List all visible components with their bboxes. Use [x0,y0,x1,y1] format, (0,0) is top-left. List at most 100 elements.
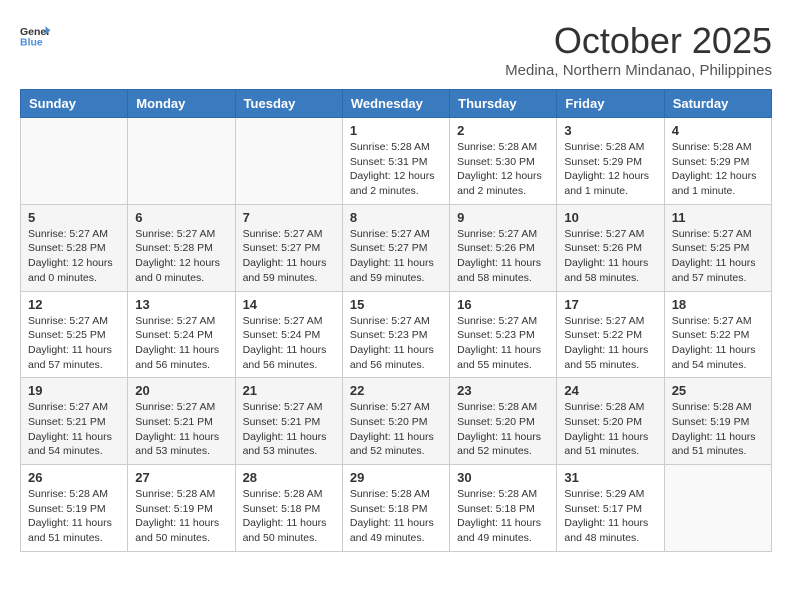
calendar-cell: 23 Sunrise: 5:28 AM Sunset: 5:20 PM Dayli… [450,378,557,465]
calendar-cell: 10Sunrise: 5:27 AM Sunset: 5:26 PM Dayli… [557,204,664,291]
calendar-cell: 13 Sunrise: 5:27 AM Sunset: 5:24 PM Dayli… [128,291,235,378]
day-content: Sunrise: 5:27 AM Sunset: 5:22 PM Dayligh… [564,314,656,373]
day-number: 25 [672,383,764,398]
day-content: Sunrise: 5:28 AM Sunset: 5:29 PM Dayligh… [672,140,764,199]
title-block: October 2025 Medina, Northern Mindanao, … [505,20,772,79]
day-number: 5 [28,210,120,225]
calendar-cell: 16 Sunrise: 5:27 AM Sunset: 5:23 PM Dayli… [450,291,557,378]
day-content: Sunrise: 5:28 AM Sunset: 5:19 PM Dayligh… [135,487,227,546]
day-content: Sunrise: 5:28 AM Sunset: 5:18 PM Dayligh… [457,487,549,546]
calendar-cell: 30 Sunrise: 5:28 AM Sunset: 5:18 PM Dayli… [450,465,557,552]
day-number: 21 [243,383,335,398]
svg-text:Blue: Blue [20,37,43,49]
day-number: 1 [350,123,442,138]
day-number: 12 [28,297,120,312]
calendar-cell: 15 Sunrise: 5:27 AM Sunset: 5:23 PM Dayli… [342,291,449,378]
day-number: 16 [457,297,549,312]
header-wednesday: Wednesday [342,90,449,118]
day-number: 8 [350,210,442,225]
day-content: Sunrise: 5:27 AM Sunset: 5:21 PM Dayligh… [135,400,227,459]
day-number: 30 [457,470,549,485]
calendar-cell: 29Sunrise: 5:28 AM Sunset: 5:18 PM Dayli… [342,465,449,552]
logo: General Blue [20,20,50,50]
calendar-cell: 6 Sunrise: 5:27 AM Sunset: 5:28 PM Daylig… [128,204,235,291]
calendar-cell: 26Sunrise: 5:28 AM Sunset: 5:19 PM Dayli… [21,465,128,552]
day-content: Sunrise: 5:28 AM Sunset: 5:19 PM Dayligh… [672,400,764,459]
page-header: General Blue October 2025 Medina, Northe… [20,20,772,79]
day-content: Sunrise: 5:29 AM Sunset: 5:17 PM Dayligh… [564,487,656,546]
day-number: 3 [564,123,656,138]
day-number: 14 [243,297,335,312]
day-number: 6 [135,210,227,225]
calendar-cell: 21 Sunrise: 5:27 AM Sunset: 5:21 PM Dayli… [235,378,342,465]
calendar-cell: 17 Sunrise: 5:27 AM Sunset: 5:22 PM Dayli… [557,291,664,378]
header-tuesday: Tuesday [235,90,342,118]
calendar-cell: 11 Sunrise: 5:27 AM Sunset: 5:25 PM Dayli… [664,204,771,291]
calendar-cell: 14 Sunrise: 5:27 AM Sunset: 5:24 PM Dayli… [235,291,342,378]
calendar-header-row: SundayMondayTuesdayWednesdayThursdayFrid… [21,90,772,118]
day-number: 26 [28,470,120,485]
calendar-cell [21,118,128,205]
day-content: Sunrise: 5:27 AM Sunset: 5:21 PM Dayligh… [28,400,120,459]
day-content: Sunrise: 5:28 AM Sunset: 5:20 PM Dayligh… [564,400,656,459]
day-number: 10 [564,210,656,225]
day-content: Sunrise: 5:28 AM Sunset: 5:20 PM Dayligh… [457,400,549,459]
calendar-cell: 28 Sunrise: 5:28 AM Sunset: 5:18 PM Dayli… [235,465,342,552]
day-number: 4 [672,123,764,138]
calendar-cell [664,465,771,552]
calendar-cell: 27Sunrise: 5:28 AM Sunset: 5:19 PM Dayli… [128,465,235,552]
calendar-cell: 8 Sunrise: 5:27 AM Sunset: 5:27 PM Daylig… [342,204,449,291]
calendar-week-5: 26 Sunrise: 5:28 AM Sunset: 5:19 PM Dayli… [21,465,772,552]
calendar-cell [128,118,235,205]
day-content: Sunrise: 5:27 AM Sunset: 5:20 PM Dayligh… [350,400,442,459]
calendar-cell: 1 Sunrise: 5:28 AM Sunset: 5:31 PM Daylig… [342,118,449,205]
header-friday: Friday [557,90,664,118]
calendar-cell: 25 Sunrise: 5:28 AM Sunset: 5:19 PM Dayli… [664,378,771,465]
location-subtitle: Medina, Northern Mindanao, Philippines [505,62,772,79]
day-content: Sunrise: 5:28 AM Sunset: 5:31 PM Dayligh… [350,140,442,199]
day-number: 18 [672,297,764,312]
header-saturday: Saturday [664,90,771,118]
day-content: Sunrise: 5:28 AM Sunset: 5:18 PM Dayligh… [243,487,335,546]
day-number: 11 [672,210,764,225]
calendar-table: SundayMondayTuesdayWednesdayThursdayFrid… [20,89,772,552]
day-number: 17 [564,297,656,312]
day-content: Sunrise: 5:27 AM Sunset: 5:24 PM Dayligh… [243,314,335,373]
day-content: Sunrise: 5:27 AM Sunset: 5:28 PM Dayligh… [135,227,227,286]
day-number: 31 [564,470,656,485]
day-number: 20 [135,383,227,398]
day-content: Sunrise: 5:27 AM Sunset: 5:21 PM Dayligh… [243,400,335,459]
day-number: 28 [243,470,335,485]
header-thursday: Thursday [450,90,557,118]
day-content: Sunrise: 5:27 AM Sunset: 5:23 PM Dayligh… [457,314,549,373]
calendar-cell: 9Sunrise: 5:27 AM Sunset: 5:26 PM Daylig… [450,204,557,291]
day-content: Sunrise: 5:27 AM Sunset: 5:24 PM Dayligh… [135,314,227,373]
header-monday: Monday [128,90,235,118]
calendar-week-4: 19 Sunrise: 5:27 AM Sunset: 5:21 PM Dayli… [21,378,772,465]
calendar-cell: 2 Sunrise: 5:28 AM Sunset: 5:30 PM Daylig… [450,118,557,205]
day-content: Sunrise: 5:27 AM Sunset: 5:25 PM Dayligh… [672,227,764,286]
calendar-body: 1 Sunrise: 5:28 AM Sunset: 5:31 PM Daylig… [21,118,772,552]
calendar-cell: 3Sunrise: 5:28 AM Sunset: 5:29 PM Daylig… [557,118,664,205]
day-number: 23 [457,383,549,398]
day-content: Sunrise: 5:28 AM Sunset: 5:30 PM Dayligh… [457,140,549,199]
day-content: Sunrise: 5:27 AM Sunset: 5:27 PM Dayligh… [350,227,442,286]
day-content: Sunrise: 5:27 AM Sunset: 5:25 PM Dayligh… [28,314,120,373]
day-number: 19 [28,383,120,398]
day-number: 15 [350,297,442,312]
calendar-cell: 20 Sunrise: 5:27 AM Sunset: 5:21 PM Dayli… [128,378,235,465]
day-content: Sunrise: 5:27 AM Sunset: 5:26 PM Dayligh… [457,227,549,286]
calendar-week-2: 5 Sunrise: 5:27 AM Sunset: 5:28 PM Daylig… [21,204,772,291]
calendar-cell: 18Sunrise: 5:27 AM Sunset: 5:22 PM Dayli… [664,291,771,378]
day-content: Sunrise: 5:27 AM Sunset: 5:23 PM Dayligh… [350,314,442,373]
calendar-cell: 19 Sunrise: 5:27 AM Sunset: 5:21 PM Dayli… [21,378,128,465]
calendar-week-3: 12 Sunrise: 5:27 AM Sunset: 5:25 PM Dayli… [21,291,772,378]
calendar-cell: 4 Sunrise: 5:28 AM Sunset: 5:29 PM Daylig… [664,118,771,205]
header-sunday: Sunday [21,90,128,118]
logo-icon: General Blue [20,20,50,50]
day-number: 2 [457,123,549,138]
calendar-cell: 31 Sunrise: 5:29 AM Sunset: 5:17 PM Dayli… [557,465,664,552]
day-number: 29 [350,470,442,485]
calendar-cell: 5Sunrise: 5:27 AM Sunset: 5:28 PM Daylig… [21,204,128,291]
day-number: 13 [135,297,227,312]
